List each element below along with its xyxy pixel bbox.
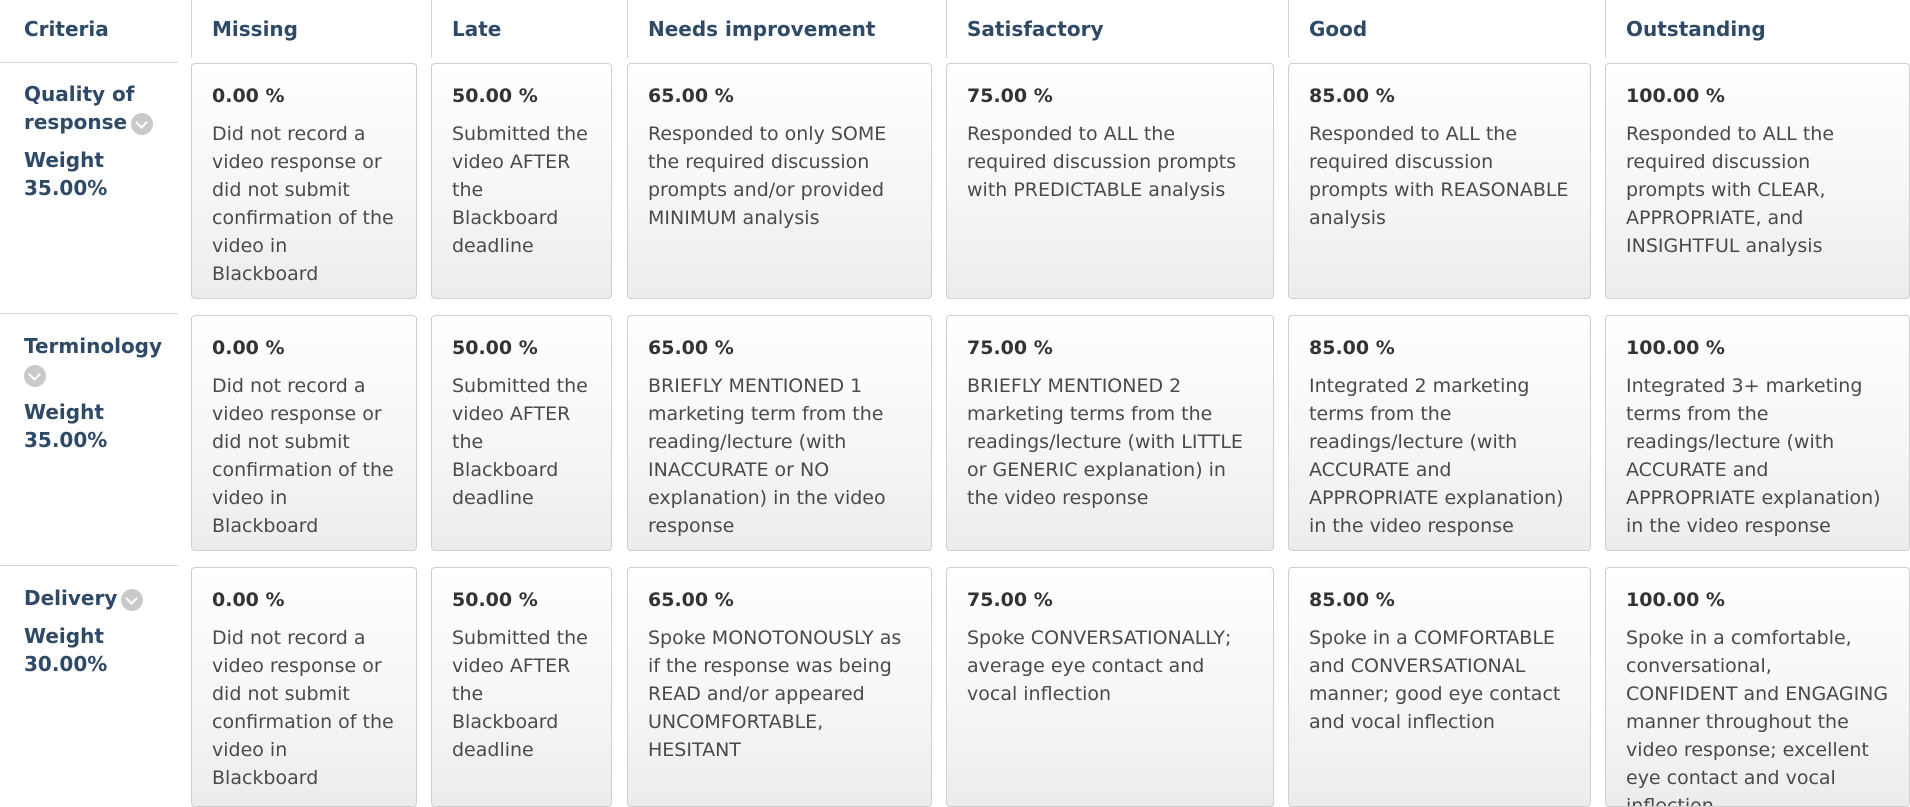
cell-percentage: 85.00 % <box>1309 337 1395 359</box>
header-level-needs-improvement: Needs improvement <box>627 0 946 58</box>
rubric-cell-terminology-satisfactory[interactable]: 75.00 % BRIEFLY MENTIONED 2 marketing te… <box>946 315 1274 551</box>
cell-description: Integrated 2 marketing terms from the re… <box>1309 375 1564 537</box>
cell-percentage: 75.00 % <box>967 85 1053 107</box>
cell-description: Responded to ALL the required discussion… <box>967 123 1237 201</box>
chevron-down-icon[interactable] <box>121 588 144 611</box>
header-level-outstanding: Outstanding <box>1605 0 1910 58</box>
cell-percentage: 75.00 % <box>967 337 1053 359</box>
criterion-weight-value: 35.00% <box>24 428 108 452</box>
cell-percentage: 85.00 % <box>1309 85 1395 107</box>
header-level-good: Good <box>1288 0 1605 58</box>
rubric-cell-terminology-good[interactable]: 85.00 % Integrated 2 marketing terms fro… <box>1288 315 1591 551</box>
criterion-weight-label: Weight <box>24 400 104 424</box>
cell-description: Responded to only SOME the required disc… <box>648 123 887 229</box>
criterion-weight-label: Weight <box>24 148 104 172</box>
cell-description: Did not record a video response or did n… <box>212 627 394 789</box>
rubric-cell-delivery-satisfactory[interactable]: 75.00 % Spoke CONVERSATIONALLY; average … <box>946 567 1274 807</box>
cell-percentage: 100.00 % <box>1626 85 1725 107</box>
criterion-quality-of-response: Quality of response Weight 35.00% <box>0 66 178 202</box>
cell-description: Integrated 3+ marketing terms from the r… <box>1626 375 1881 537</box>
cell-percentage: 50.00 % <box>452 589 538 611</box>
header-level-late: Late <box>431 0 627 58</box>
row-divider <box>0 313 178 314</box>
cell-description: Spoke CONVERSATIONALLY; average eye cont… <box>967 627 1232 705</box>
header-level-missing: Missing <box>191 0 431 58</box>
criterion-terminology: Terminology Weight 35.00% <box>0 318 178 454</box>
cell-description: Responded to ALL the required discussion… <box>1626 123 1835 257</box>
header-level-satisfactory: Satisfactory <box>946 0 1288 58</box>
cell-percentage: 0.00 % <box>212 85 285 107</box>
cell-percentage: 100.00 % <box>1626 337 1725 359</box>
cell-percentage: 65.00 % <box>648 589 734 611</box>
cell-percentage: 75.00 % <box>967 589 1053 611</box>
cell-description: Did not record a video response or did n… <box>212 123 394 285</box>
rubric-cell-quality-good[interactable]: 85.00 % Responded to ALL the required di… <box>1288 63 1591 299</box>
cell-description: BRIEFLY MENTIONED 1 marketing term from … <box>648 375 886 537</box>
rubric-cell-delivery-missing[interactable]: 0.00 % Did not record a video response o… <box>191 567 417 807</box>
rubric-cell-delivery-outstanding[interactable]: 100.00 % Spoke in a comfortable, convers… <box>1605 567 1910 807</box>
rubric-cell-quality-late[interactable]: 50.00 % Submitted the video AFTER the Bl… <box>431 63 612 299</box>
criterion-name: Delivery <box>24 586 118 610</box>
rubric-grid: Criteria Missing Late Needs improvement … <box>0 0 1910 807</box>
cell-percentage: 85.00 % <box>1309 589 1395 611</box>
rubric-cell-delivery-late[interactable]: 50.00 % Submitted the video AFTER the Bl… <box>431 567 612 807</box>
header-criteria: Criteria <box>24 17 109 41</box>
criterion-weight-value: 30.00% <box>24 652 108 676</box>
rubric-cell-quality-outstanding[interactable]: 100.00 % Responded to ALL the required d… <box>1605 63 1910 299</box>
chevron-down-icon[interactable] <box>131 112 154 135</box>
criterion-name: Quality of response <box>24 82 135 134</box>
rubric-cell-quality-missing[interactable]: 0.00 % Did not record a video response o… <box>191 63 417 299</box>
rubric-cell-terminology-needs-improvement[interactable]: 65.00 % BRIEFLY MENTIONED 1 marketing te… <box>627 315 932 551</box>
rubric-cell-quality-needs-improvement[interactable]: 65.00 % Responded to only SOME the requi… <box>627 63 932 299</box>
criterion-delivery: Delivery Weight 30.00% <box>0 570 178 678</box>
criterion-weight-label: Weight <box>24 624 104 648</box>
header-divider <box>0 62 178 63</box>
cell-percentage: 100.00 % <box>1626 589 1725 611</box>
row-divider <box>0 565 178 566</box>
criterion-weight-value: 35.00% <box>24 176 108 200</box>
cell-description: Submitted the video AFTER the Blackboard… <box>452 375 588 509</box>
rubric-cell-quality-satisfactory[interactable]: 75.00 % Responded to ALL the required di… <box>946 63 1274 299</box>
rubric-cell-terminology-late[interactable]: 50.00 % Submitted the video AFTER the Bl… <box>431 315 612 551</box>
cell-percentage: 50.00 % <box>452 337 538 359</box>
cell-description: Spoke in a COMFORTABLE and CONVERSATIONA… <box>1309 627 1561 733</box>
cell-description: BRIEFLY MENTIONED 2 marketing terms from… <box>967 375 1243 509</box>
cell-description: Did not record a video response or did n… <box>212 375 394 537</box>
cell-description: Submitted the video AFTER the Blackboard… <box>452 123 588 257</box>
chevron-down-icon[interactable] <box>24 364 46 387</box>
rubric-cell-delivery-needs-improvement[interactable]: 65.00 % Spoke MONOTONOUSLY as if the res… <box>627 567 932 807</box>
criterion-name: Terminology <box>24 334 163 358</box>
rubric-cell-terminology-outstanding[interactable]: 100.00 % Integrated 3+ marketing terms f… <box>1605 315 1910 551</box>
rubric-cell-delivery-good[interactable]: 85.00 % Spoke in a COMFORTABLE and CONVE… <box>1288 567 1591 807</box>
cell-percentage: 65.00 % <box>648 337 734 359</box>
cell-description: Spoke MONOTONOUSLY as if the response wa… <box>648 627 902 761</box>
rubric-cell-terminology-missing[interactable]: 0.00 % Did not record a video response o… <box>191 315 417 551</box>
cell-percentage: 0.00 % <box>212 589 285 611</box>
cell-description: Spoke in a comfortable, conversational, … <box>1626 627 1889 807</box>
cell-percentage: 65.00 % <box>648 85 734 107</box>
cell-description: Submitted the video AFTER the Blackboard… <box>452 627 588 761</box>
cell-percentage: 50.00 % <box>452 85 538 107</box>
cell-percentage: 0.00 % <box>212 337 285 359</box>
cell-description: Responded to ALL the required discussion… <box>1309 123 1569 229</box>
